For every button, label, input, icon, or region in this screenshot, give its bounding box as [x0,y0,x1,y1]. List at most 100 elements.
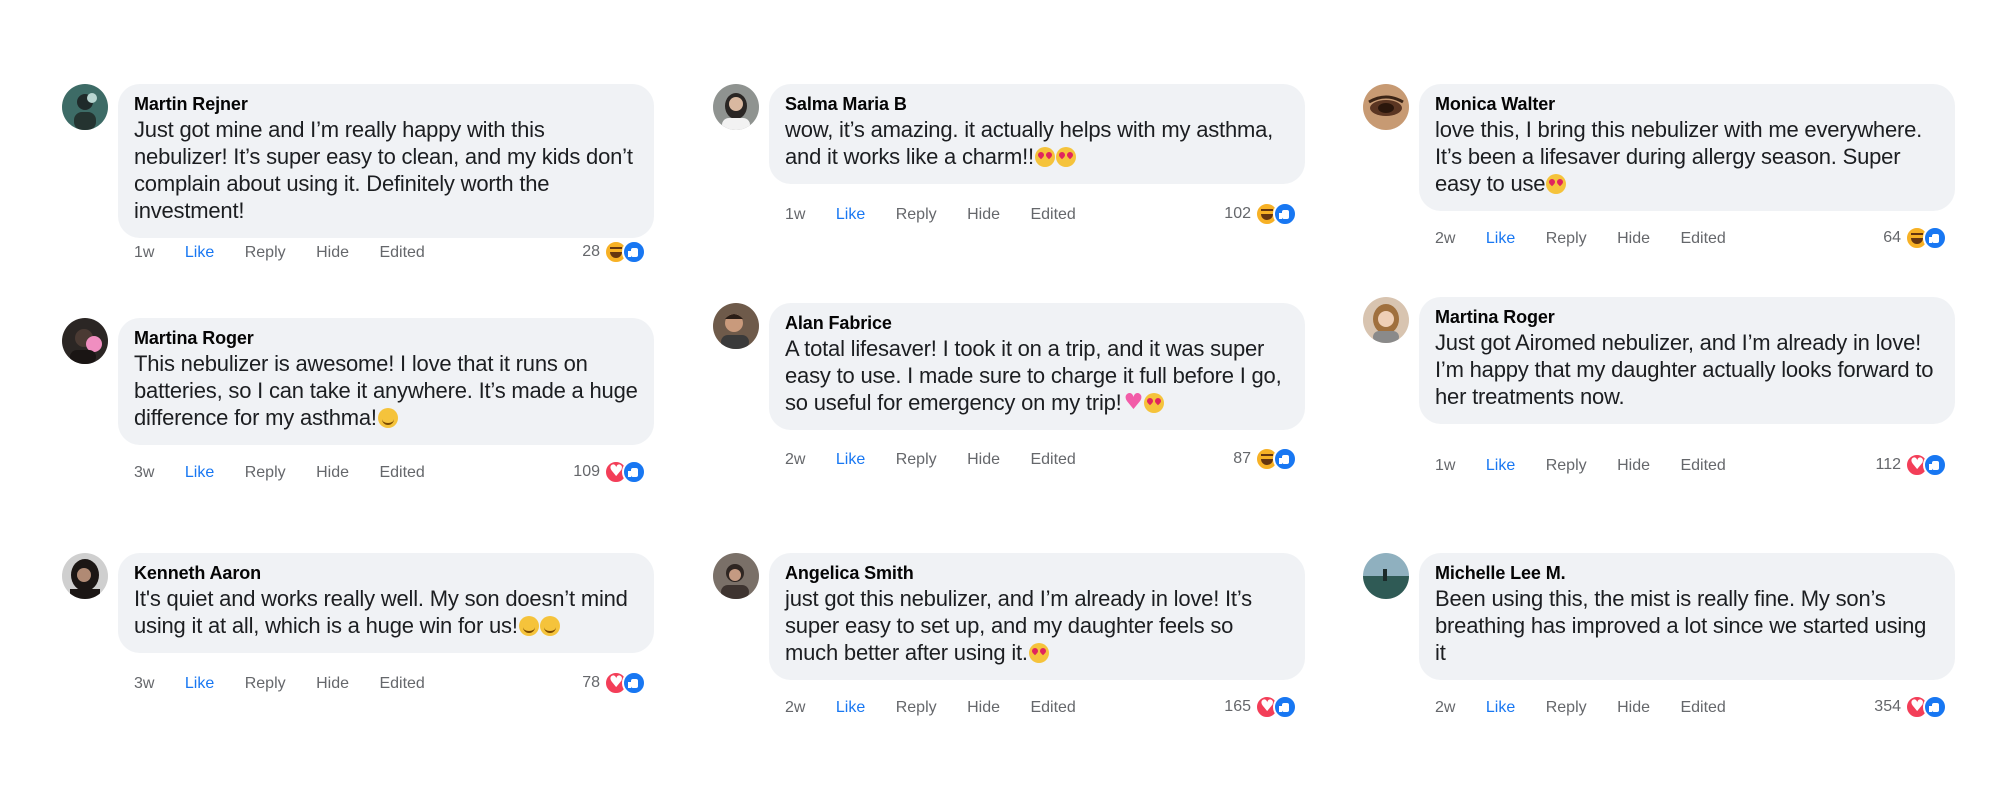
comment-text: wow, it’s amazing. it actually helps wit… [785,117,1274,169]
comment-timestamp[interactable]: 3w [134,675,154,692]
reaction-summary[interactable]: 354 [1874,695,1947,719]
comment-actions: 1w Like Reply Hide Edited [1435,457,1752,475]
edited-label: Edited [1680,457,1726,474]
like-link[interactable]: Like [836,206,865,223]
avatar[interactable] [713,84,759,130]
hide-link[interactable]: Hide [1617,457,1650,474]
comment-bubble: Angelica Smith just got this nebulizer, … [769,553,1305,680]
edited-label: Edited [1680,699,1726,716]
like-link[interactable]: Like [1486,230,1515,247]
reaction-count: 112 [1875,456,1901,473]
reply-link[interactable]: Reply [245,464,286,481]
like-icon [1923,453,1947,477]
reply-link[interactable]: Reply [1546,699,1587,716]
reaction-count: 28 [582,243,600,260]
comment-actions: 1w Like Reply Hide Edited [785,206,1102,224]
like-icon [1273,695,1297,719]
reply-link[interactable]: Reply [896,451,937,468]
edited-label: Edited [1030,206,1076,223]
reaction-count: 78 [582,674,600,691]
comment-author[interactable]: Michelle Lee M. [1435,561,1939,585]
like-link[interactable]: Like [836,451,865,468]
avatar[interactable] [62,318,108,364]
reaction-summary[interactable]: 78 [582,671,646,695]
comment-actions: 2w Like Reply Hide Edited [785,699,1102,717]
comment-timestamp[interactable]: 1w [1435,457,1455,474]
reaction-summary[interactable]: 28 [582,240,646,264]
reaction-count: 354 [1874,698,1901,715]
like-icon [622,671,646,695]
like-link[interactable]: Like [185,464,214,481]
hide-link[interactable]: Hide [316,675,349,692]
like-link[interactable]: Like [836,699,865,716]
avatar[interactable] [713,553,759,599]
hide-link[interactable]: Hide [316,244,349,261]
comment-text: just got this nebulizer, and I’m already… [785,586,1252,665]
reaction-summary[interactable]: 102 [1224,202,1297,226]
comment-author[interactable]: Kenneth Aaron [134,561,638,585]
edited-label: Edited [379,244,425,261]
reaction-count: 109 [573,463,600,480]
comment-timestamp[interactable]: 3w [134,464,154,481]
avatar[interactable] [62,84,108,130]
like-icon [622,240,646,264]
avatar[interactable] [713,303,759,349]
comment-timestamp[interactable]: 2w [785,699,805,716]
reply-link[interactable]: Reply [896,699,937,716]
hide-link[interactable]: Hide [1617,699,1650,716]
pink-heart-emoji [1123,389,1144,416]
comment-author[interactable]: Martina Roger [1435,305,1939,329]
hide-link[interactable]: Hide [967,206,1000,223]
comment-author[interactable]: Salma Maria B [785,92,1289,116]
reaction-count: 87 [1233,450,1251,467]
hide-link[interactable]: Hide [316,464,349,481]
comment-author[interactable]: Martin Rejner [134,92,638,116]
avatar[interactable] [62,553,108,599]
avatar[interactable] [1363,84,1409,130]
comment-author[interactable]: Martina Roger [134,326,638,350]
reaction-summary[interactable]: 87 [1233,447,1297,471]
comment-timestamp[interactable]: 2w [1435,699,1455,716]
reply-link[interactable]: Reply [896,206,937,223]
like-icon [1923,226,1947,250]
comment-bubble: Kenneth Aaron It's quiet and works reall… [118,553,654,653]
comment-timestamp[interactable]: 1w [134,244,154,261]
like-link[interactable]: Like [185,675,214,692]
comment-timestamp[interactable]: 2w [785,451,805,468]
reaction-summary[interactable]: 165 [1224,695,1297,719]
like-link[interactable]: Like [1486,699,1515,716]
smile-emoji [377,408,398,428]
heart-eyes-emoji [1055,147,1076,167]
reply-link[interactable]: Reply [1546,457,1587,474]
reply-link[interactable]: Reply [245,244,286,261]
reaction-count: 165 [1224,698,1251,715]
like-link[interactable]: Like [1486,457,1515,474]
comment-text: This nebulizer is awesome! I love that i… [134,351,638,430]
comment-timestamp[interactable]: 2w [1435,230,1455,247]
like-icon [1923,695,1947,719]
comment-actions: 2w Like Reply Hide Edited [1435,699,1752,717]
comment-author[interactable]: Angelica Smith [785,561,1289,585]
comment-author[interactable]: Alan Fabrice [785,311,1289,335]
smile-emoji [539,616,560,636]
comment-author[interactable]: Monica Walter [1435,92,1939,116]
reply-link[interactable]: Reply [245,675,286,692]
heart-eyes-emoji [1143,393,1164,413]
hide-link[interactable]: Hide [967,699,1000,716]
comment-text: Just got Airomed nebulizer, and I’m alre… [1435,330,1934,409]
comment-text: Just got mine and I’m really happy with … [134,117,633,223]
comment-timestamp[interactable]: 1w [785,206,805,223]
hide-link[interactable]: Hide [967,451,1000,468]
reaction-summary[interactable]: 109 [573,460,646,484]
avatar[interactable] [1363,553,1409,599]
hide-link[interactable]: Hide [1617,230,1650,247]
avatar[interactable] [1363,297,1409,343]
reply-link[interactable]: Reply [1546,230,1587,247]
edited-label: Edited [379,464,425,481]
edited-label: Edited [1680,230,1726,247]
reaction-summary[interactable]: 112 [1875,453,1947,477]
like-link[interactable]: Like [185,244,214,261]
reaction-summary[interactable]: 64 [1883,226,1947,250]
edited-label: Edited [1030,451,1076,468]
comment-actions: 3w Like Reply Hide Edited [134,675,451,693]
